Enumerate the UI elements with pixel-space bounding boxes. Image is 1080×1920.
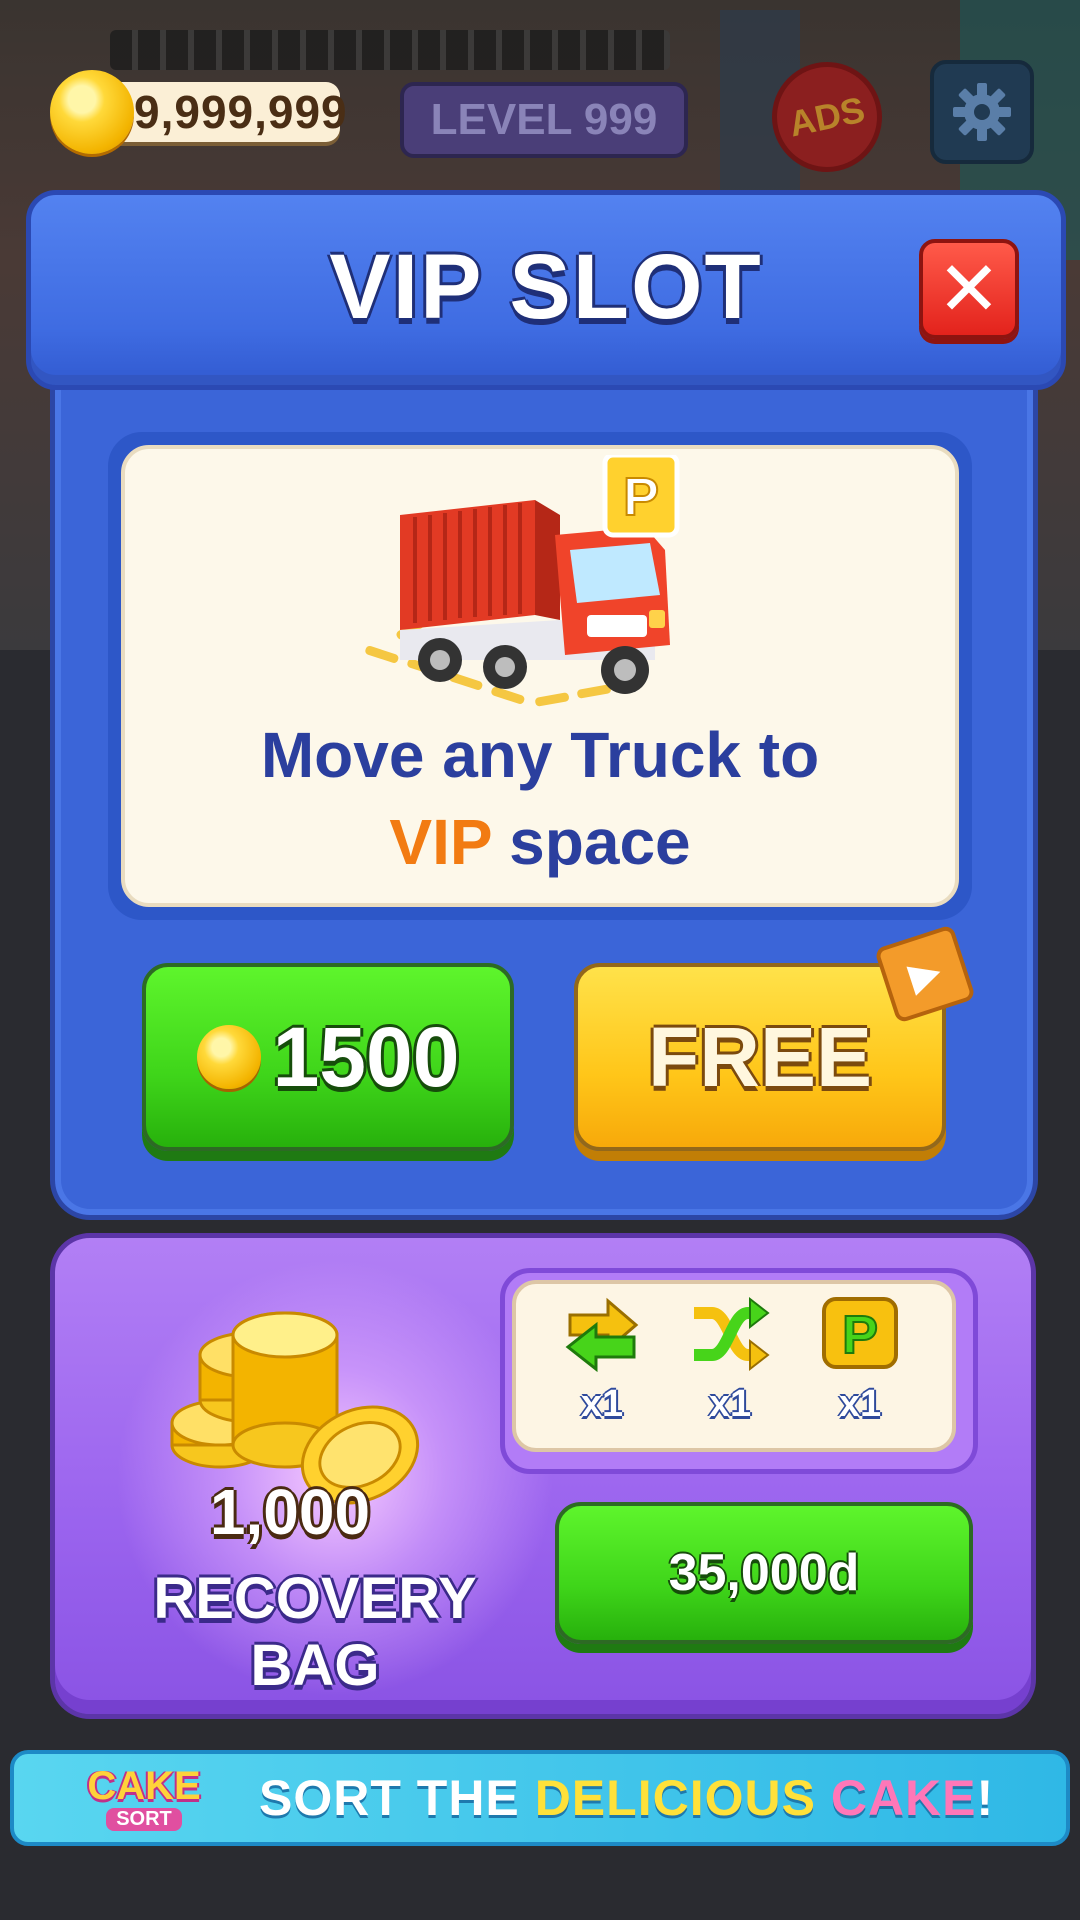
vip-dialog-header: VIP SLOT ✕ bbox=[26, 190, 1066, 390]
coin-icon bbox=[196, 1025, 261, 1089]
banner-slogan: SORT THE DELICIOUS CAKE! bbox=[259, 1769, 994, 1827]
bag-item-parking: P x1 bbox=[810, 1295, 910, 1426]
slogan-part-1: SORT THE bbox=[259, 1770, 535, 1826]
description-rest: space bbox=[491, 806, 691, 878]
buy-with-coins-button[interactable]: 1500 bbox=[142, 963, 514, 1151]
coin-balance: 9,999,999 bbox=[134, 86, 348, 138]
recovery-coin-amount: 1,000 bbox=[209, 1476, 371, 1548]
swap-arrows-icon bbox=[565, 1297, 639, 1373]
logo-text-bottom: SORT bbox=[106, 1807, 182, 1831]
bag-item-swap: x1 bbox=[552, 1295, 652, 1426]
free-label: FREE bbox=[647, 1009, 873, 1104]
item-count: x1 bbox=[838, 1383, 882, 1425]
buy-price-label: 1500 bbox=[272, 1009, 460, 1104]
parking-icon: P bbox=[822, 1297, 898, 1369]
slogan-part-4: ! bbox=[976, 1770, 995, 1826]
slogan-part-2: DELICIOUS bbox=[534, 1770, 816, 1826]
level-indicator: LEVEL 999 bbox=[400, 82, 688, 158]
close-button[interactable]: ✕ bbox=[919, 239, 1019, 339]
description-line-1: Move any Truck to bbox=[260, 719, 820, 791]
parking-sign-icon: P bbox=[602, 455, 680, 538]
buy-recovery-bag-button[interactable]: 35,000d bbox=[555, 1502, 973, 1644]
recovery-price-label: 35,000d bbox=[668, 1544, 860, 1602]
item-count: x1 bbox=[580, 1383, 624, 1425]
settings-button[interactable] bbox=[930, 60, 1034, 164]
slogan-part-3: CAKE bbox=[815, 1770, 977, 1826]
gear-icon bbox=[953, 83, 1011, 141]
svg-text:P: P bbox=[842, 1305, 878, 1365]
item-count: x1 bbox=[708, 1383, 752, 1425]
coin-icon bbox=[50, 70, 134, 154]
cake-sort-logo: CAKE SORT bbox=[69, 1758, 219, 1838]
svg-text:P: P bbox=[623, 467, 659, 527]
recovery-bag-title: RECOVERY BAG bbox=[153, 1566, 477, 1698]
close-icon: ✕ bbox=[937, 244, 1001, 333]
background-road-stripe bbox=[110, 30, 670, 70]
description-vip-word: VIP bbox=[389, 806, 492, 878]
dialog-title: VIP SLOT bbox=[329, 236, 763, 338]
cake-sort-ad-banner[interactable]: CAKE SORT SORT THE DELICIOUS CAKE! bbox=[10, 1750, 1070, 1846]
description-line-2: VIP space bbox=[121, 805, 959, 879]
logo-text-top: CAKE bbox=[87, 1763, 201, 1808]
bag-item-shuffle: x1 bbox=[680, 1295, 780, 1426]
shuffle-icon bbox=[694, 1296, 770, 1372]
truck-parking-illustration: P bbox=[365, 455, 680, 707]
